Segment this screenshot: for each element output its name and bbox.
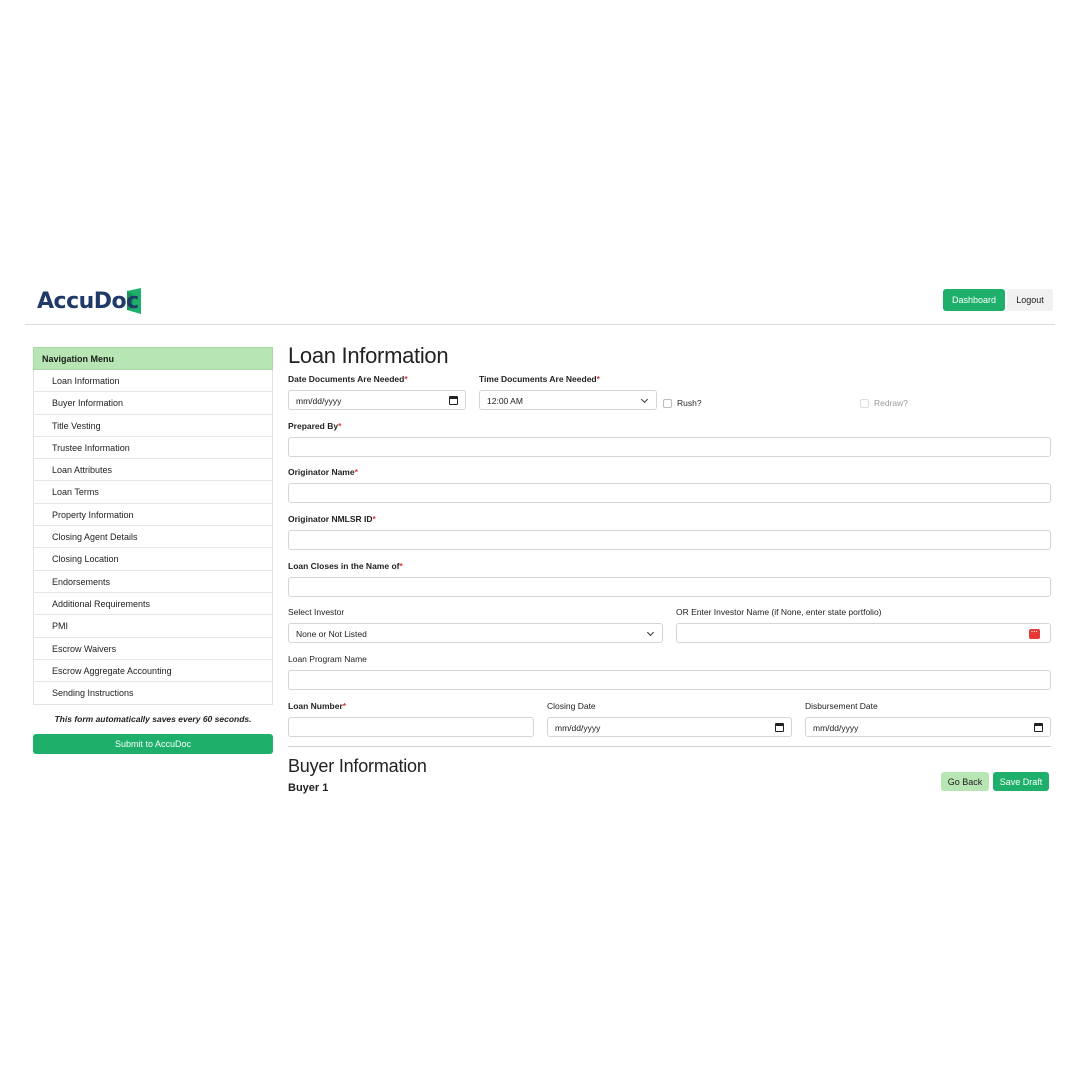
- date-needed-label: Date Documents Are Needed*: [288, 374, 408, 384]
- page-title: Loan Information: [288, 343, 449, 368]
- investor-name-input[interactable]: ···: [676, 623, 1051, 643]
- required-marker: *: [404, 374, 408, 384]
- section-divider: [288, 746, 1051, 747]
- sidebar-item-sending-instructions[interactable]: Sending Instructions: [34, 682, 272, 704]
- originator-name-label: Originator Name*: [288, 467, 358, 477]
- originator-nmlsr-label: Originator NMLSR ID*: [288, 514, 376, 524]
- investor-name-label: OR Enter Investor Name (if None, enter s…: [676, 607, 882, 617]
- sidebar-item-loan-information[interactable]: Loan Information: [34, 370, 272, 393]
- rush-checkbox[interactable]: [663, 398, 672, 408]
- redraw-label: Redraw?: [874, 398, 909, 408]
- sidebar-item-escrow-aggregate-accounting[interactable]: Escrow Aggregate Accounting: [34, 660, 272, 683]
- closes-in-name-of-input[interactable]: [288, 577, 1051, 597]
- prepared-by-input[interactable]: [288, 437, 1051, 457]
- required-marker: *: [399, 561, 403, 571]
- sidebar-item-closing-location[interactable]: Closing Location: [34, 548, 272, 571]
- select-investor-label: Select Investor: [288, 607, 345, 617]
- select-investor-value: None or Not Listed: [296, 629, 367, 639]
- navigation-sidebar: Navigation Menu Loan Information Buyer I…: [33, 347, 273, 755]
- closing-date-label: Closing Date: [547, 701, 596, 711]
- loan-program-name-label: Loan Program Name: [288, 654, 367, 664]
- save-draft-button[interactable]: Save Draft: [993, 772, 1049, 791]
- sidebar-item-escrow-waivers[interactable]: Escrow Waivers: [34, 638, 272, 660]
- closing-date-value: mm/dd/yyyy: [555, 723, 601, 733]
- sidebar-item-loan-terms[interactable]: Loan Terms: [34, 481, 272, 504]
- sidebar-item-property-information[interactable]: Property Information: [34, 504, 272, 527]
- time-needed-select[interactable]: 12:00 AM: [479, 390, 657, 410]
- time-needed-value: 12:00 AM: [487, 396, 523, 406]
- rush-checkbox-group: Rush?: [663, 398, 702, 408]
- sidebar-item-loan-attributes[interactable]: Loan Attributes: [34, 459, 272, 482]
- required-marker: *: [342, 701, 347, 711]
- chevron-down-icon: [646, 628, 655, 637]
- required-marker: *: [354, 467, 358, 477]
- submit-to-accudoc-button[interactable]: Submit to AccuDoc: [33, 734, 273, 755]
- date-needed-input[interactable]: mm/dd/yyyy: [288, 390, 466, 410]
- required-marker: *: [372, 514, 376, 524]
- disbursement-date-label: Disbursement Date: [805, 701, 878, 711]
- accudoc-logo[interactable]: AccuDoc: [37, 286, 141, 316]
- dashboard-button[interactable]: Dashboard: [943, 289, 1005, 311]
- calendar-icon[interactable]: [449, 396, 458, 405]
- required-marker: *: [338, 421, 342, 431]
- sidebar-item-endorsements[interactable]: Endorsements: [34, 571, 272, 593]
- calendar-icon[interactable]: [1034, 723, 1043, 732]
- navigation-menu-title: Navigation Menu: [33, 347, 273, 370]
- sidebar-item-buyer-information[interactable]: Buyer Information: [34, 392, 272, 415]
- password-manager-icon[interactable]: ···: [1029, 629, 1040, 639]
- navigation-list: Loan Information Buyer Information Title…: [33, 370, 273, 706]
- originator-nmlsr-input[interactable]: [288, 530, 1051, 550]
- select-investor-select[interactable]: None or Not Listed: [288, 623, 663, 643]
- loan-number-label: Loan Number*: [288, 701, 347, 711]
- logo-text: AccuDoc: [37, 288, 139, 314]
- sidebar-item-additional-requirements[interactable]: Additional Requirements: [34, 593, 272, 616]
- app-header: AccuDoc Dashboard Logout: [25, 282, 1055, 325]
- closes-in-name-of-label: Loan Closes in the Name of*: [288, 561, 403, 571]
- prepared-by-label: Prepared By*: [288, 421, 342, 431]
- originator-name-input[interactable]: [288, 483, 1051, 503]
- closing-date-input[interactable]: mm/dd/yyyy: [547, 717, 792, 737]
- required-marker: *: [596, 374, 600, 384]
- time-needed-label: Time Documents Are Needed*: [479, 374, 600, 384]
- disbursement-date-input[interactable]: mm/dd/yyyy: [805, 717, 1051, 737]
- loan-number-input[interactable]: [288, 717, 534, 737]
- date-needed-value: mm/dd/yyyy: [296, 396, 342, 406]
- sidebar-item-pmi[interactable]: PMI: [34, 615, 272, 638]
- redraw-checkbox[interactable]: [860, 398, 869, 408]
- rush-label: Rush?: [677, 398, 702, 408]
- buyer-1-subtitle: Buyer 1: [288, 782, 329, 794]
- disbursement-date-value: mm/dd/yyyy: [813, 723, 859, 733]
- loan-program-name-input[interactable]: [288, 670, 1051, 690]
- logout-button[interactable]: Logout: [1007, 289, 1053, 311]
- autosave-note: This form automatically saves every 60 s…: [54, 714, 252, 725]
- chevron-down-icon: [640, 395, 649, 404]
- buyer-information-title: Buyer Information: [288, 756, 427, 776]
- go-back-button[interactable]: Go Back: [941, 772, 989, 791]
- sidebar-item-title-vesting[interactable]: Title Vesting: [34, 415, 272, 437]
- calendar-icon[interactable]: [775, 723, 784, 732]
- sidebar-item-trustee-information[interactable]: Trustee Information: [34, 437, 272, 460]
- redraw-checkbox-group: Redraw?: [860, 398, 908, 408]
- sidebar-item-closing-agent-details[interactable]: Closing Agent Details: [34, 526, 272, 549]
